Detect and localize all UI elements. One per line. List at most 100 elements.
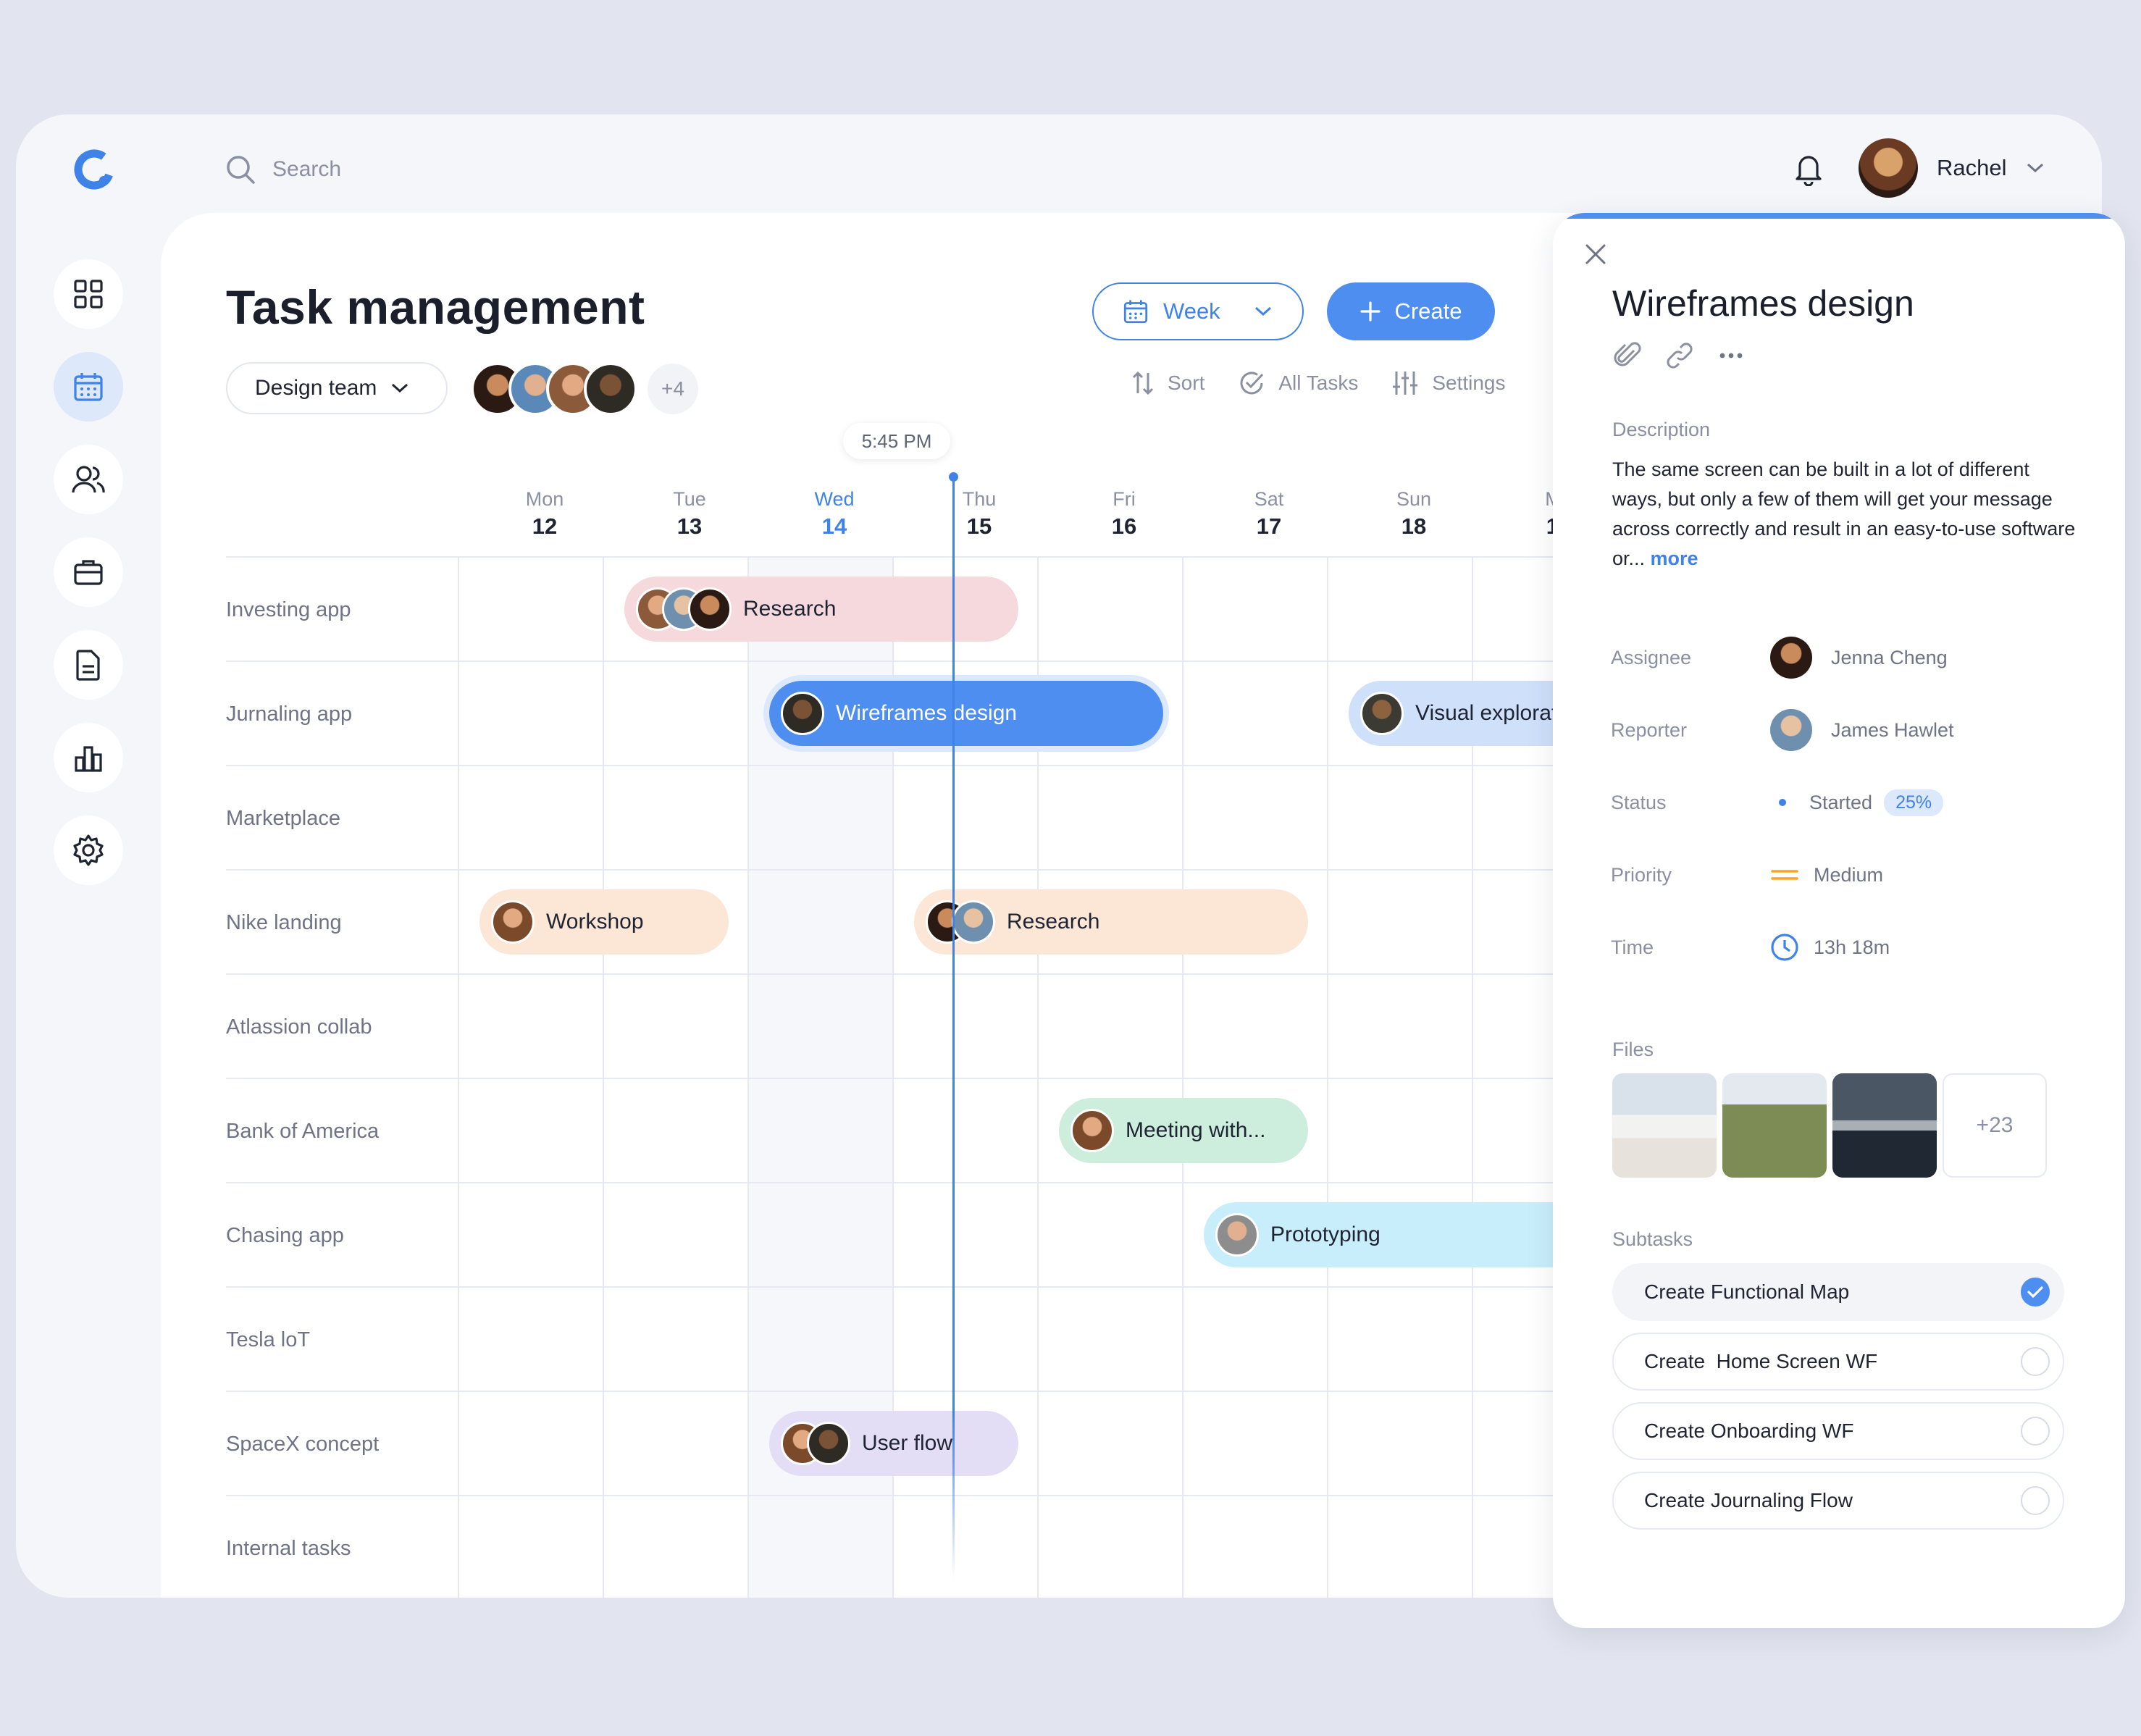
subtask-title: Create Home Screen WF	[1644, 1350, 1878, 1372]
gear-icon	[73, 834, 104, 866]
row-label: Nike landing	[226, 910, 342, 934]
nav-calendar[interactable]	[54, 352, 123, 422]
row-label: Bank of America	[226, 1119, 380, 1143]
avatar	[1770, 709, 1812, 751]
file-thumbnail[interactable]	[1832, 1073, 1937, 1178]
checkbox[interactable]	[2021, 1486, 2050, 1515]
calendar-icon	[74, 373, 103, 401]
briefcase-icon	[74, 560, 103, 585]
subtask-item[interactable]: Create Functional Map	[1612, 1263, 2064, 1321]
assignee-label: Assignee	[1611, 646, 1692, 668]
more-members-badge[interactable]: +4	[648, 364, 698, 414]
task-title: Workshop	[546, 910, 644, 934]
page-title: Task management	[226, 280, 645, 334]
close-icon[interactable]	[1583, 242, 1608, 267]
nav-dashboard[interactable]	[54, 259, 123, 329]
all-tasks-button[interactable]: All Tasks	[1238, 369, 1358, 397]
subtask-item[interactable]: Create Onboarding WF	[1612, 1402, 2064, 1460]
avatar	[491, 900, 535, 944]
subtask-item[interactable]: Create Journaling Flow	[1612, 1472, 2064, 1530]
checkbox[interactable]	[2021, 1347, 2050, 1376]
status-label: Status	[1611, 791, 1667, 813]
subtask-title: Create Functional Map	[1644, 1280, 1850, 1303]
priority-medium-icon	[1771, 870, 1798, 880]
plus-icon	[1360, 301, 1381, 322]
checkbox[interactable]	[2021, 1417, 2050, 1446]
panel-accent-bar	[1564, 213, 2113, 219]
team-members[interactable]: +4	[471, 362, 698, 416]
row-label: Internal tasks	[226, 1536, 351, 1560]
settings-button[interactable]: Settings	[1391, 369, 1506, 397]
avatar	[952, 900, 995, 944]
day-wed-today: Wed 14	[814, 488, 855, 539]
time-label: Time	[1611, 936, 1654, 958]
status-row: Status Started 25%	[1611, 781, 2074, 824]
chevron-down-icon	[392, 383, 408, 393]
nav-documents[interactable]	[54, 630, 123, 700]
status-dot-icon	[1779, 799, 1786, 806]
more-link[interactable]: more	[1651, 548, 1698, 569]
task-title: Research	[743, 597, 837, 621]
reporter-label: Reporter	[1611, 718, 1688, 741]
subtasks-label: Subtasks	[1612, 1228, 1693, 1250]
task-bar-meeting[interactable]: Meeting with...	[1059, 1098, 1308, 1163]
all-tasks-label: All Tasks	[1278, 372, 1359, 394]
description-text: The same screen can be built in a lot of…	[1612, 458, 2076, 569]
task-bar-research[interactable]: Research	[624, 576, 1018, 642]
nav-people[interactable]	[54, 445, 123, 514]
create-button[interactable]: Create	[1327, 282, 1495, 340]
priority-row: Priority Medium	[1611, 853, 2074, 897]
bell-icon	[1796, 156, 1822, 186]
document-icon	[76, 650, 100, 681]
row-label: Investing app	[226, 597, 351, 621]
view-select-value: Week	[1163, 298, 1220, 324]
assignee-name[interactable]: Jenna Cheng	[1831, 647, 1948, 669]
task-title: Visual explorat	[1415, 701, 1558, 725]
day-mon: Mon 12	[525, 488, 564, 539]
panel-actions	[1612, 340, 1746, 371]
checkbox-checked[interactable]	[2021, 1278, 2050, 1307]
priority-value[interactable]: Medium	[1814, 864, 1883, 886]
task-bar-research-2[interactable]: Research	[914, 889, 1308, 955]
team-select[interactable]: Design team	[226, 362, 448, 414]
file-thumbnail[interactable]	[1612, 1073, 1717, 1178]
bar-chart-icon	[75, 746, 102, 772]
more-icon[interactable]	[1717, 351, 1746, 360]
paperclip-icon[interactable]	[1612, 340, 1643, 371]
current-time-dot	[949, 472, 958, 482]
row-label: Marketplace	[226, 806, 340, 830]
user-menu[interactable]: Rachel	[1859, 133, 2045, 203]
time-row: Time 13h 18m	[1611, 926, 2074, 969]
check-icon	[2027, 1286, 2043, 1299]
link-icon[interactable]	[1664, 340, 1695, 371]
task-bar-wireframes-design[interactable]: Wireframes design	[769, 681, 1163, 746]
avatar	[1770, 637, 1812, 679]
file-thumbnail[interactable]	[1722, 1073, 1827, 1178]
panel-title: Wireframes design	[1612, 283, 1914, 324]
avatar	[781, 692, 824, 735]
team-select-value: Design team	[255, 376, 377, 400]
status-value[interactable]: Started	[1809, 792, 1872, 814]
nav-projects[interactable]	[54, 537, 123, 607]
nav-settings[interactable]	[54, 815, 123, 885]
day-thu: Thu 15	[962, 488, 997, 539]
avatar	[1215, 1213, 1259, 1257]
grid-icon	[74, 280, 103, 309]
task-title: User flow	[862, 1431, 953, 1455]
files-list: +23	[1612, 1073, 2047, 1178]
search-bar[interactable]: Search	[225, 146, 341, 193]
view-select[interactable]: Week	[1092, 282, 1304, 340]
more-files-button[interactable]: +23	[1943, 1073, 2047, 1178]
sort-button[interactable]: Sort	[1131, 369, 1204, 397]
chevron-down-icon	[1254, 306, 1271, 316]
reporter-name[interactable]: James Hawlet	[1831, 719, 1954, 742]
notifications-button[interactable]	[1783, 143, 1834, 194]
app-logo[interactable]	[68, 143, 120, 196]
task-bar-user-flow[interactable]: User flow	[769, 1411, 1018, 1476]
task-bar-workshop[interactable]: Workshop	[479, 889, 729, 955]
search-input[interactable]: Search	[272, 157, 341, 182]
nav-reports[interactable]	[54, 723, 123, 792]
board-toolbar: Sort All Tasks Settings	[1131, 369, 1506, 397]
user-name: Rachel	[1937, 155, 2007, 180]
subtask-item[interactable]: Create Home Screen WF	[1612, 1333, 2064, 1391]
